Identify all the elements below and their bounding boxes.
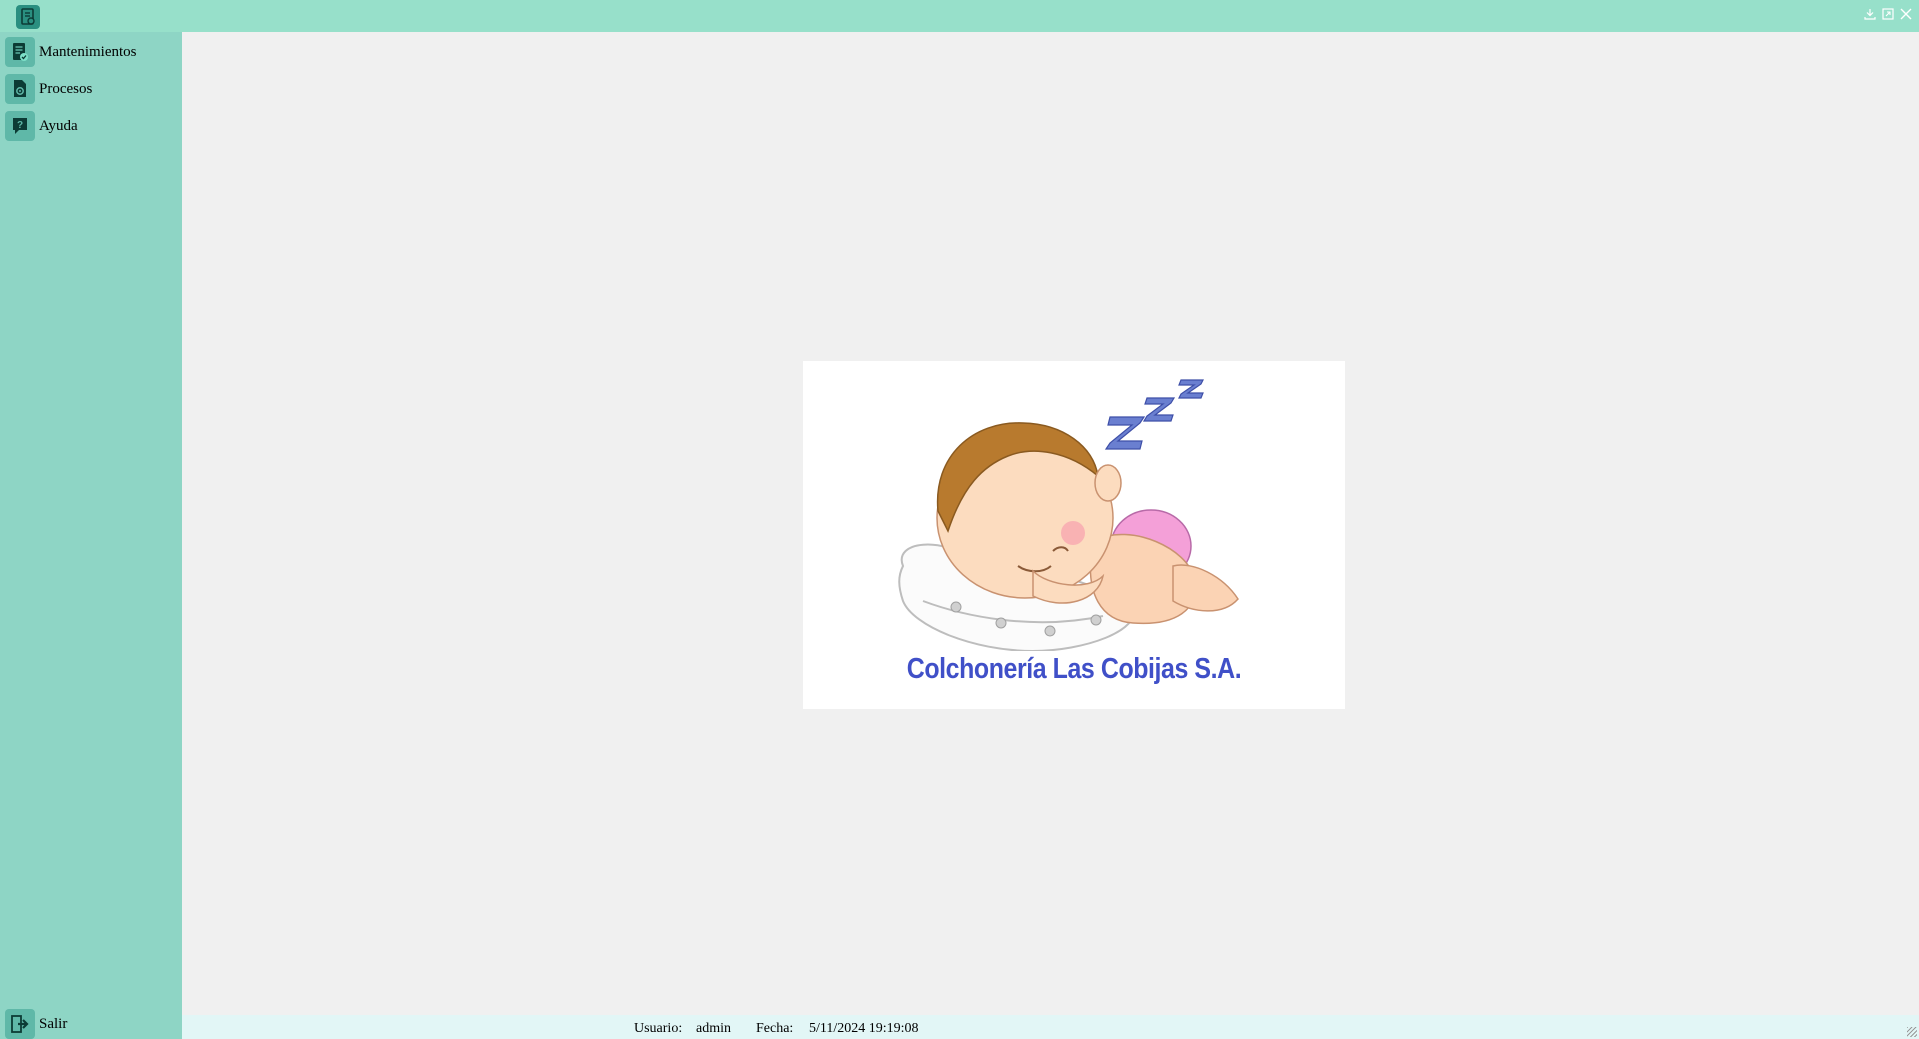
- minimize-icon[interactable]: [1863, 7, 1877, 21]
- svg-text:?: ?: [17, 120, 23, 131]
- status-bar: Usuario: admin Fecha: 5/11/2024 19:19:08: [182, 1015, 1919, 1039]
- sidebar-item-label: Ayuda: [39, 117, 78, 134]
- title-bar: [0, 0, 1919, 32]
- exit-icon: [5, 1009, 35, 1039]
- date-value: 5/11/2024 19:19:08: [809, 1021, 919, 1036]
- company-logo: Colchonería Las Cobijas S.A.: [803, 361, 1345, 709]
- document-gear-icon: [5, 74, 35, 104]
- document-check-icon: [5, 37, 35, 67]
- sidebar: Mantenimientos Procesos ? Ayuda Salir: [0, 32, 182, 1039]
- close-icon[interactable]: [1899, 7, 1913, 21]
- sidebar-item-ayuda[interactable]: ? Ayuda: [5, 111, 177, 141]
- sleep-z-icon: [1104, 379, 1204, 450]
- exit-button[interactable]: Salir: [5, 1009, 177, 1039]
- sidebar-item-label: Procesos: [39, 80, 93, 97]
- logo-caption: Colchonería Las Cobijas S.A.: [906, 653, 1242, 685]
- sidebar-item-label: Mantenimientos: [39, 43, 137, 60]
- sleeping-baby-illustration: [898, 379, 1239, 653]
- date-label: Fecha:: [756, 1021, 794, 1036]
- exit-label: Salir: [39, 1015, 68, 1032]
- help-icon: ?: [5, 111, 35, 141]
- sidebar-item-procesos[interactable]: Procesos: [5, 74, 177, 104]
- resize-grip[interactable]: [1907, 1027, 1917, 1037]
- sidebar-item-mantenimientos[interactable]: Mantenimientos: [5, 37, 177, 67]
- maximize-icon[interactable]: [1881, 7, 1895, 21]
- app-icon[interactable]: [16, 5, 40, 29]
- user-value: admin: [696, 1021, 731, 1036]
- user-label: Usuario:: [634, 1021, 683, 1036]
